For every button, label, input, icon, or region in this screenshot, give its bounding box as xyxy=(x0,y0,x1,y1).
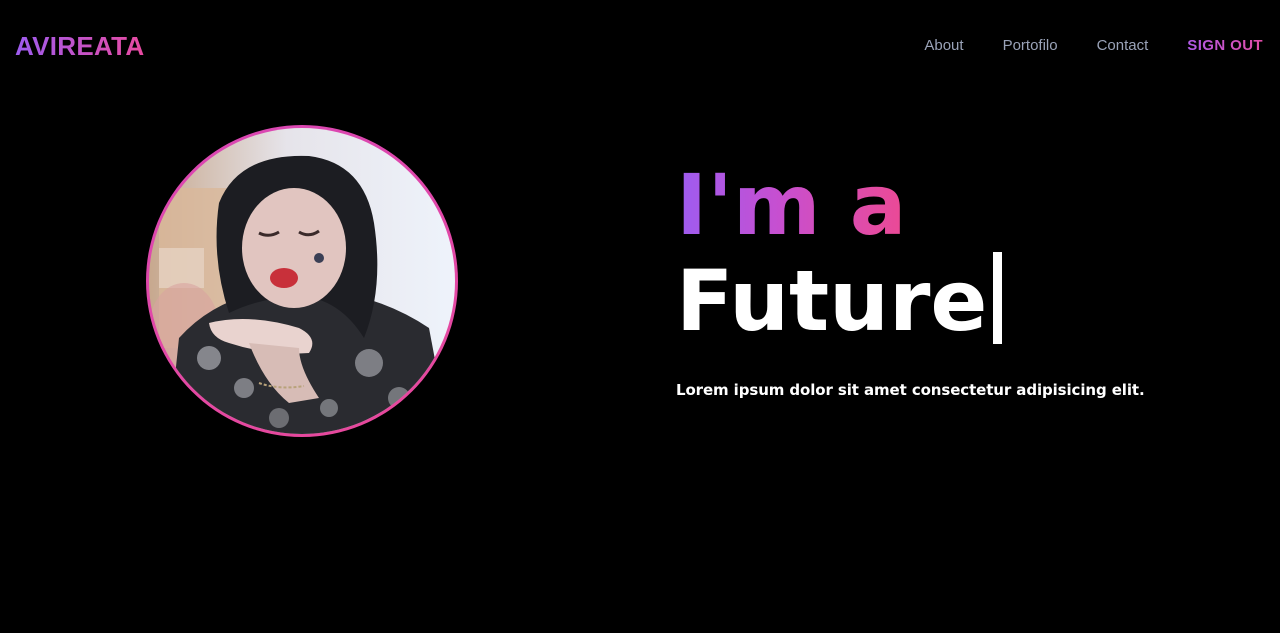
profile-photo-frame xyxy=(146,125,458,437)
nav-link-contact[interactable]: Contact xyxy=(1097,37,1149,55)
hero-subtitle: Lorem ipsum dolor sit amet consectetur a… xyxy=(676,381,1145,399)
page: AVIREATA About Portofilo Contact SIGN OU… xyxy=(0,0,1280,633)
nav-link-portfolio[interactable]: Portofilo xyxy=(1003,37,1058,55)
hero-typed-word: Future xyxy=(676,252,988,350)
hero-headline-word-row: Future xyxy=(676,252,1003,346)
hero-headline-prefix: I'm a xyxy=(676,156,907,254)
nav-link-about[interactable]: About xyxy=(924,37,963,55)
text-cursor-icon xyxy=(993,252,1003,344)
sign-out-button[interactable]: SIGN OUT xyxy=(1187,37,1263,55)
navbar: AVIREATA About Portofilo Contact SIGN OU… xyxy=(0,0,1280,92)
brand-logo[interactable]: AVIREATA xyxy=(15,31,145,61)
profile-photo xyxy=(149,128,455,434)
nav-links: About Portofilo Contact SIGN OUT xyxy=(885,37,1263,55)
